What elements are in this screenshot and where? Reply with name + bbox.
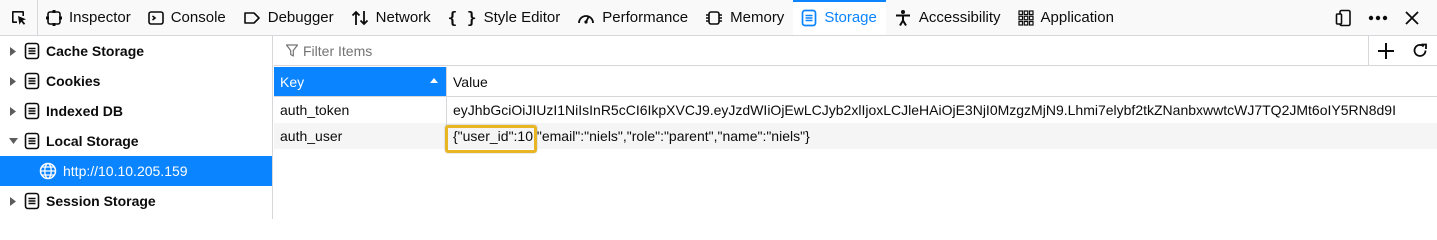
storage-icon (24, 132, 40, 150)
application-icon (1017, 9, 1034, 26)
expand-arrow-icon[interactable] (0, 76, 18, 86)
tab-memory[interactable]: Memory (697, 0, 793, 35)
tab-label: Storage (824, 9, 877, 26)
plus-icon (1378, 42, 1394, 59)
close-devtools-button[interactable] (1395, 0, 1429, 36)
tab-label: Performance (602, 9, 689, 26)
filter-bar (274, 35, 1437, 66)
tab-label: Accessibility (918, 9, 1001, 26)
storage-icon (24, 42, 40, 60)
refresh-button[interactable] (1403, 36, 1437, 66)
column-header-key[interactable]: Key (274, 67, 447, 96)
tree-item-session-storage[interactable]: Session Storage (0, 186, 272, 216)
table-header: Key Value (274, 67, 1437, 97)
sort-ascending-icon (430, 78, 438, 83)
tree-item-label: Session Storage (46, 193, 156, 209)
column-header-value[interactable]: Value (447, 67, 1437, 96)
toolbar-actions (1327, 0, 1437, 35)
tree-item-label: Indexed DB (46, 103, 124, 119)
filter-bar-actions (1368, 35, 1437, 66)
storage-table: Key Value auth_token eyJhbGciOiJIUzI1NiI… (274, 67, 1437, 149)
devtools-toolbar: Inspector Console Debugger Network { } S… (0, 0, 1437, 36)
tree-item-label: http://10.10.205.159 (63, 163, 188, 179)
tab-label: Debugger (267, 9, 334, 26)
storage-icon (24, 72, 40, 90)
accessibility-icon (895, 9, 910, 26)
filter-items-input[interactable] (303, 42, 1203, 59)
tree-item-local-storage[interactable]: Local Storage (0, 126, 272, 156)
debugger-icon (243, 11, 260, 24)
tab-label: Memory (730, 9, 785, 26)
more-icon (1368, 15, 1388, 20)
tab-debugger[interactable]: Debugger (235, 0, 343, 35)
cell-value[interactable]: {"user_id":10,"email":"niels","role":"pa… (447, 123, 1437, 149)
collapse-arrow-icon[interactable] (0, 138, 18, 144)
tab-label: Console (170, 9, 226, 26)
tab-storage[interactable]: Storage (793, 0, 886, 35)
filter-icon (286, 44, 298, 57)
memory-icon (706, 10, 723, 25)
console-icon (147, 10, 164, 25)
tree-item-origin[interactable]: http://10.10.205.159 (0, 156, 272, 186)
storage-icon (801, 9, 817, 26)
tab-label: Network (375, 9, 431, 26)
cell-key[interactable]: auth_token (274, 97, 447, 123)
column-header-label: Key (280, 73, 305, 90)
tab-label: Inspector (69, 9, 131, 26)
tree-item-label: Cookies (46, 73, 101, 89)
element-picker-button[interactable] (0, 0, 38, 35)
cell-key[interactable]: auth_user (274, 123, 447, 149)
tab-console[interactable]: Console (140, 0, 235, 35)
add-item-button[interactable] (1369, 36, 1403, 66)
tree-item-cookies[interactable]: Cookies (0, 66, 272, 96)
tab-network[interactable]: Network (343, 0, 440, 35)
tree-item-cache-storage[interactable]: Cache Storage (0, 36, 272, 66)
tab-label: Application (1040, 9, 1114, 26)
inspector-icon (46, 9, 62, 26)
tab-style-editor[interactable]: { } Style Editor (440, 0, 570, 35)
column-header-label: Value (453, 73, 488, 90)
expand-arrow-icon[interactable] (0, 106, 18, 116)
storage-tree: Cache Storage Cookies Indexed DB Local S… (0, 36, 273, 219)
tab-label: Style Editor (483, 9, 561, 26)
close-icon (1405, 10, 1419, 25)
responsive-mode-icon (1335, 9, 1351, 26)
refresh-icon (1413, 43, 1427, 57)
style-editor-icon: { } (447, 8, 477, 27)
tree-item-label: Local Storage (46, 133, 139, 149)
tree-item-label: Cache Storage (46, 43, 145, 59)
globe-icon (39, 162, 57, 180)
table-row[interactable]: auth_token eyJhbGciOiJIUzI1NiIsInR5cCI6I… (274, 97, 1437, 123)
tab-application[interactable]: Application (1010, 0, 1123, 35)
tab-accessibility[interactable]: Accessibility (886, 0, 1010, 35)
cell-value[interactable]: eyJhbGciOiJIUzI1NiIsInR5cCI6IkpXVCJ9.eyJ… (447, 97, 1437, 123)
element-picker-icon (11, 10, 26, 25)
network-icon (351, 10, 368, 25)
storage-icon (24, 192, 40, 210)
dock-options-button[interactable] (1327, 0, 1361, 36)
expand-arrow-icon[interactable] (0, 46, 18, 56)
tab-performance[interactable]: Performance (569, 0, 697, 35)
more-options-button[interactable] (1361, 0, 1395, 36)
tab-inspector[interactable]: Inspector (38, 0, 140, 35)
storage-icon (24, 102, 40, 120)
tree-item-indexed-db[interactable]: Indexed DB (0, 96, 272, 126)
expand-arrow-icon[interactable] (0, 196, 18, 206)
performance-icon (578, 14, 595, 24)
table-row[interactable]: auth_user {"user_id":10,"email":"niels",… (274, 123, 1437, 149)
storage-main-panel: Key Value auth_token eyJhbGciOiJIUzI1NiI… (274, 35, 1437, 219)
